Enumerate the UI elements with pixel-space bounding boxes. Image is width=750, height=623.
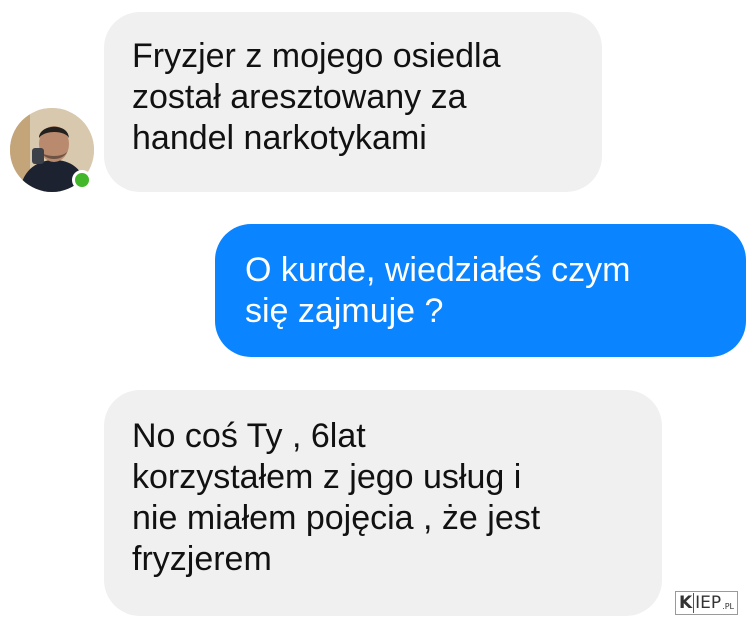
watermark-tld: .PL — [722, 602, 734, 611]
online-status-indicator — [72, 170, 92, 190]
incoming-message-bubble[interactable]: Fryzjer z mojego osiedla został aresztow… — [104, 12, 602, 192]
kiep-watermark-logo: K IEP .PL — [674, 591, 738, 615]
message-text-line: Fryzjer z mojego osiedla — [132, 37, 501, 75]
contact-avatar[interactable] — [10, 108, 94, 192]
message-text-line: handel narkotykami — [132, 119, 427, 157]
message-text-line: O kurde, wiedziałeś czym — [245, 251, 631, 289]
incoming-message-bubble[interactable]: No coś Ty , 6lat korzystałem z jego usłu… — [104, 390, 662, 616]
message-text-line: fryzjerem — [132, 540, 272, 578]
message-text-line: No coś Ty , 6lat — [132, 417, 366, 455]
message-text-line: został aresztowany za — [132, 78, 467, 116]
message-text-line: się zajmuje ? — [245, 292, 444, 330]
outgoing-message-bubble[interactable]: O kurde, wiedziałeś czym się zajmuje ? — [215, 224, 746, 357]
watermark-iep: IEP — [695, 593, 722, 613]
chat-thread: Fryzjer z mojego osiedla został aresztow… — [0, 0, 750, 623]
message-text-line: nie miałem pojęcia , że jest — [132, 499, 541, 537]
message-text-line: korzystałem z jego usług i — [132, 458, 522, 496]
watermark-k: K — [678, 593, 695, 613]
